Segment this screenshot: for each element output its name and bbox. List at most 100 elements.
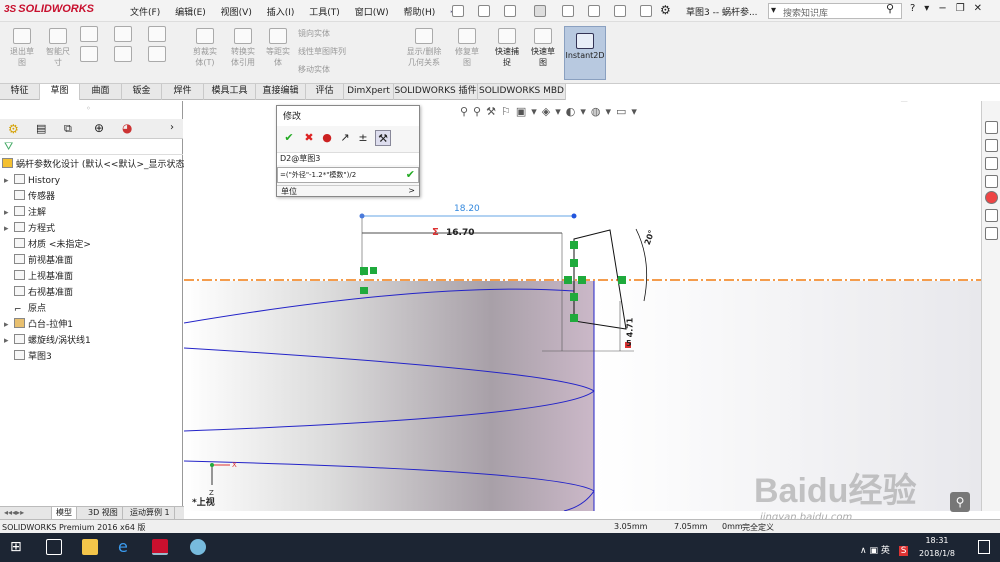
clock[interactable]: 18:31 2018/1/8 — [914, 534, 960, 560]
tab-evaluate[interactable]: 评估 — [306, 84, 344, 100]
gear-icon[interactable]: ⚙ — [660, 3, 671, 17]
dimension-sigma[interactable]: 16.70 — [446, 228, 474, 238]
search-icon[interactable]: ⚲ — [950, 492, 970, 512]
chevron-right-icon[interactable]: ▸ — [4, 222, 14, 237]
custom-properties-icon[interactable] — [985, 209, 998, 222]
mirror-entities-button[interactable]: 镜向实体 — [298, 28, 330, 39]
relation-marker[interactable] — [570, 241, 578, 249]
menu-view[interactable]: 视图(V) — [221, 8, 252, 18]
tree-item-sketch3[interactable]: 草图3 — [4, 350, 52, 365]
ime-indicator[interactable]: 英 — [881, 546, 890, 556]
tab-3d-view[interactable]: 3D 视图 — [84, 507, 123, 519]
tab-motion-study[interactable]: 运动算例 1 — [126, 507, 175, 519]
convert-entities-button[interactable]: 转换实 体引用 — [226, 28, 260, 68]
tab-dimxpert[interactable]: DimXpert — [344, 84, 394, 100]
line-icon[interactable] — [80, 26, 98, 42]
tab-model[interactable]: 模型 — [52, 507, 77, 519]
tree-item-origin[interactable]: ⌐ 原点 — [4, 302, 46, 317]
menu-tools[interactable]: 工具(T) — [309, 8, 340, 18]
task-view-icon[interactable] — [46, 539, 62, 555]
confirm-icon[interactable]: ✔ — [406, 168, 415, 181]
home-icon[interactable] — [985, 121, 998, 134]
rapid-sketch-button[interactable]: 快速草图 — [526, 28, 560, 68]
tree-item-equations[interactable]: ▸ 方程式 — [4, 222, 55, 237]
solidworks-logo[interactable]: 3S SOLIDWORKS — [4, 3, 94, 15]
tab-mbd[interactable]: SOLIDWORKS MBD — [478, 84, 566, 100]
notification-icon[interactable] — [978, 540, 990, 554]
tree-item-annotations[interactable]: ▸ 注解 — [4, 206, 46, 221]
search-icon[interactable]: ⚲ — [886, 2, 894, 15]
spin-increment-icon[interactable]: ± — [355, 130, 371, 146]
tree-item-front-plane[interactable]: 前视基准面 — [4, 254, 73, 269]
dimxpert-manager-icon[interactable]: ⊕ — [94, 121, 104, 135]
app-icon[interactable] — [190, 539, 206, 555]
text-icon[interactable] — [148, 46, 166, 62]
tree-item-sensors[interactable]: 传感器 — [4, 190, 55, 205]
file-explorer-icon[interactable] — [82, 539, 98, 555]
rebuild-icon[interactable] — [614, 5, 626, 17]
menu-edit[interactable]: 编辑(E) — [175, 8, 206, 18]
panel-grip[interactable]: ◦ — [86, 104, 91, 113]
offset-entities-button[interactable]: 等距实体 — [262, 28, 294, 68]
network-icon[interactable]: ▣ — [869, 546, 880, 556]
feature-manager-icon[interactable]: ⚙ — [8, 122, 19, 136]
tree-item-material[interactable]: 材质 <未指定> — [4, 238, 91, 253]
trim-entities-button[interactable]: 剪裁实 体(T) — [188, 28, 222, 68]
linear-pattern-button[interactable]: 线性草图阵列 — [298, 46, 346, 57]
tab-sheet-metal[interactable]: 钣金 — [122, 84, 162, 100]
relation-marker[interactable] — [578, 276, 586, 284]
window-controls[interactable]: ?▾−❐✕ — [910, 3, 991, 14]
quick-snaps-button[interactable]: 快速捕捉 — [490, 28, 524, 68]
relation-marker[interactable] — [570, 293, 578, 301]
tab-direct-editing[interactable]: 直接编辑 — [256, 84, 306, 100]
relation-marker[interactable] — [360, 267, 368, 275]
arc-icon[interactable] — [114, 46, 132, 62]
cancel-icon[interactable]: ✖ — [301, 130, 317, 146]
chevron-right-icon[interactable]: ▸ — [4, 334, 14, 349]
tree-item-boss-extrude[interactable]: ▸ 凸台-拉伸1 — [4, 318, 73, 333]
move-entities-button[interactable]: 移动实体 — [298, 64, 330, 75]
equation-input[interactable]: =("外径"-1.2*"模数")/2 ✔ — [277, 167, 419, 183]
dimension-top[interactable]: 18.20 — [454, 204, 480, 214]
dimension-v1[interactable]: 4.71 — [625, 318, 634, 338]
dimension-v2[interactable]: 5 — [626, 339, 632, 348]
undo-icon[interactable] — [562, 5, 574, 17]
tab-weldments[interactable]: 焊件 — [162, 84, 204, 100]
relation-marker[interactable] — [570, 314, 578, 322]
open-icon[interactable] — [478, 5, 490, 17]
tab-features[interactable]: 特征 — [0, 84, 40, 100]
tab-sketch[interactable]: 草图 — [40, 84, 80, 100]
relation-marker[interactable] — [360, 287, 368, 294]
menu-window[interactable]: 窗口(W) — [355, 8, 389, 18]
chevron-right-icon[interactable]: › — [170, 122, 174, 133]
reverse-dimension-icon[interactable]: ↗ — [337, 130, 353, 146]
mark-dimension-icon[interactable]: ⚒ — [375, 130, 391, 146]
tab-mold-tools[interactable]: 模具工具 — [204, 84, 256, 100]
edge-icon[interactable]: e — [118, 539, 134, 555]
configuration-manager-icon[interactable]: ⧉ — [64, 122, 72, 136]
tree-root[interactable]: 蜗杆参数化设计 (默认<<默认>_显示状态 — [2, 158, 185, 173]
relation-marker[interactable] — [618, 276, 626, 284]
tab-nav-arrows[interactable]: ◂◂◂▸▸ — [0, 507, 52, 519]
appearances-icon[interactable] — [985, 191, 998, 204]
file-explorer-icon[interactable] — [985, 157, 998, 170]
viewport-controls[interactable]: ⊡−❐✕ — [900, 101, 966, 104]
dim-handle[interactable] — [571, 213, 577, 219]
windows-start-icon[interactable]: ⊞ — [10, 539, 26, 555]
menu-insert[interactable]: 插入(I) — [267, 8, 295, 18]
rectangle-icon[interactable] — [80, 46, 98, 62]
exit-sketch-button[interactable]: 退出草图 — [6, 28, 38, 68]
tree-filter[interactable]: ⛛ — [0, 139, 183, 155]
save-icon[interactable] — [504, 5, 516, 17]
repair-sketch-button[interactable]: 修复草图 — [450, 28, 484, 68]
menu-file[interactable]: 文件(F) — [130, 8, 160, 18]
chevron-right-icon[interactable]: ▸ — [4, 206, 14, 221]
smart-dimension-button[interactable]: 智能尺寸 — [42, 28, 74, 68]
spline-icon[interactable] — [148, 26, 166, 42]
display-manager-icon[interactable]: ◕ — [122, 121, 132, 135]
select-icon[interactable] — [588, 5, 600, 17]
search-input[interactable]: ▾ 搜索知识库 — [768, 3, 902, 19]
relation-marker[interactable] — [370, 267, 377, 274]
relation-marker[interactable] — [564, 276, 572, 284]
design-library-icon[interactable] — [985, 175, 998, 188]
